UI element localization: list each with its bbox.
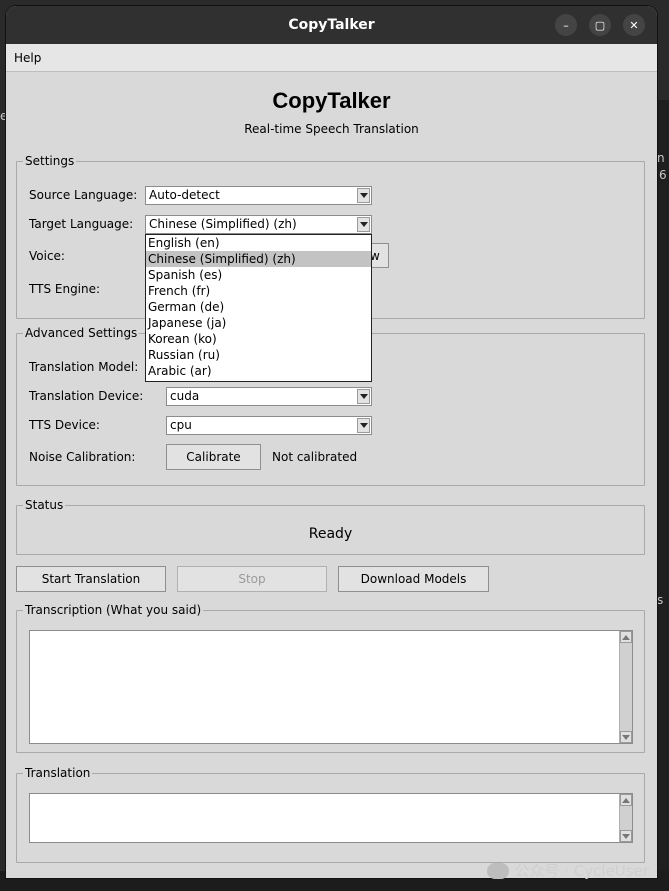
dropdown-option[interactable]: Korean (ko) [146, 331, 371, 347]
source-language-value: Auto-detect [149, 188, 220, 202]
background-text: s [657, 593, 664, 607]
transcription-scrollbar[interactable] [619, 631, 632, 743]
target-language-value: Chinese (Simplified) (zh) [149, 217, 297, 231]
calibrate-button-label: Calibrate [186, 450, 241, 464]
tts-device-value: cpu [170, 418, 192, 432]
translation-group: Translation [16, 766, 645, 863]
transcription-textarea[interactable] [29, 630, 633, 744]
watermark: 公众号 · CycleUser [486, 860, 650, 881]
advanced-settings-legend: Advanced Settings [23, 326, 140, 340]
background-panel-right [655, 100, 669, 891]
tts-device-label: TTS Device: [29, 418, 100, 432]
window-controls: – ▢ ✕ [555, 14, 645, 36]
app-window: CopyTalker – ▢ ✕ Help CopyTalker Real-ti… [6, 6, 657, 878]
voice-label: Voice: [29, 249, 65, 263]
dropdown-option[interactable]: Spanish (es) [146, 267, 371, 283]
dropdown-option[interactable]: German (de) [146, 299, 371, 315]
maximize-button[interactable]: ▢ [589, 14, 611, 36]
dropdown-option[interactable]: Russian (ru) [146, 347, 371, 363]
scroll-up-icon[interactable] [620, 631, 632, 643]
stop-label: Stop [238, 572, 266, 586]
menu-bar: Help [6, 44, 657, 72]
target-language-select[interactable]: Chinese (Simplified) (zh) [145, 215, 372, 234]
translation-legend: Translation [23, 766, 93, 780]
app-subtitle: Real-time Speech Translation [244, 122, 419, 136]
translation-textarea[interactable] [29, 793, 633, 843]
background-text: n [657, 151, 665, 165]
transcription-group: Transcription (What you said) [16, 603, 645, 753]
calibration-status: Not calibrated [272, 450, 358, 464]
translation-device-value: cuda [170, 389, 200, 403]
start-translation-button[interactable]: Start Translation [16, 566, 166, 592]
chevron-down-icon[interactable] [357, 389, 370, 404]
dropdown-option[interactable]: Japanese (ja) [146, 315, 371, 331]
status-text: Ready [308, 526, 353, 542]
minimize-icon: – [563, 18, 569, 32]
chevron-down-icon[interactable] [357, 418, 370, 433]
app-title: CopyTalker [272, 88, 391, 113]
translation-scrollbar[interactable] [619, 794, 632, 842]
dropdown-option[interactable]: English (en) [146, 235, 371, 251]
start-translation-label: Start Translation [41, 572, 141, 586]
tts-engine-label: TTS Engine: [29, 282, 101, 296]
translation-device-select[interactable]: cuda [166, 387, 372, 406]
settings-legend: Settings [23, 154, 77, 168]
calibrate-button[interactable]: Calibrate [166, 444, 261, 470]
window-title: CopyTalker [288, 17, 375, 33]
status-legend: Status [23, 498, 66, 512]
chevron-down-icon[interactable] [357, 188, 370, 203]
download-models-button[interactable]: Download Models [338, 566, 489, 592]
tts-device-select[interactable]: cpu [166, 416, 372, 435]
download-models-label: Download Models [360, 572, 467, 586]
stop-button[interactable]: Stop [177, 566, 327, 592]
background-text: 6 [659, 168, 667, 182]
noise-calibration-label: Noise Calibration: [29, 450, 136, 464]
target-language-label: Target Language: [29, 217, 134, 231]
transcription-legend: Transcription (What you said) [23, 603, 204, 617]
menu-help[interactable]: Help [14, 51, 41, 65]
dropdown-option[interactable]: Arabic (ar) [146, 363, 371, 379]
close-button[interactable]: ✕ [623, 14, 645, 36]
dropdown-option[interactable]: French (fr) [146, 283, 371, 299]
scroll-down-icon[interactable] [620, 731, 632, 743]
translation-model-label: Translation Model: [29, 360, 139, 374]
chevron-down-icon[interactable] [357, 217, 370, 232]
wechat-icon [486, 862, 509, 879]
minimize-button[interactable]: – [555, 14, 577, 36]
dropdown-option-selected[interactable]: Chinese (Simplified) (zh) [146, 251, 371, 267]
status-group: Status Ready [16, 498, 645, 555]
maximize-icon: ▢ [594, 18, 606, 32]
close-icon: ✕ [629, 18, 639, 32]
translation-device-label: Translation Device: [29, 389, 144, 403]
watermark-text: 公众号 · CycleUser [514, 862, 650, 880]
source-language-select[interactable]: Auto-detect [145, 186, 372, 205]
scroll-down-icon[interactable] [620, 830, 632, 842]
source-language-label: Source Language: [29, 188, 138, 202]
target-language-dropdown[interactable]: English (en) Chinese (Simplified) (zh) S… [145, 234, 372, 382]
title-bar[interactable]: CopyTalker – ▢ ✕ [6, 6, 657, 44]
scroll-up-icon[interactable] [620, 794, 632, 806]
